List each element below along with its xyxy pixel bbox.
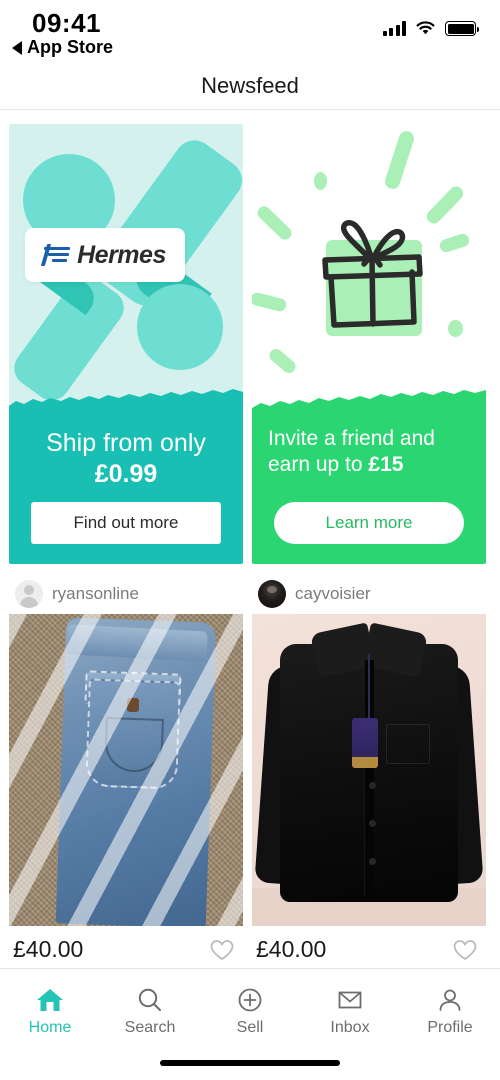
decor-ray	[254, 203, 295, 243]
learn-more-button[interactable]: Learn more	[274, 502, 464, 544]
tab-home[interactable]: Home	[0, 969, 100, 1045]
promo-card-invite[interactable]: Invite a friend and earn up to £15 Learn…	[252, 124, 486, 564]
signal-icon	[382, 21, 406, 36]
listing-price: £40.00	[13, 936, 84, 962]
listing-image[interactable]	[252, 614, 486, 926]
envelope-icon	[338, 991, 362, 1008]
decor-dot	[314, 172, 327, 190]
tab-inbox[interactable]: Inbox	[300, 969, 400, 1045]
promo-card-hermes[interactable]: Hermes Ship from only £0.99 Find out mor…	[9, 124, 243, 564]
listing-price: £40.00	[256, 936, 327, 962]
listing-image[interactable]	[9, 614, 243, 926]
navigation-bar: Newsfeed	[0, 62, 500, 110]
decor-ray	[383, 129, 416, 191]
tab-label: Sell	[236, 1018, 264, 1036]
hermes-logo: Hermes	[25, 228, 185, 282]
listing-footer: £40.00	[252, 926, 486, 963]
hermes-headline: Ship from only £0.99	[46, 429, 206, 488]
app-screen: 09:41 App Store Newsfeed Hermes Ship fro…	[0, 0, 500, 1080]
listing-item[interactable]: ryansonline £40.00	[9, 574, 243, 963]
avatar[interactable]	[258, 580, 286, 608]
hermes-artwork: Hermes	[9, 124, 243, 414]
hermes-mark-icon	[40, 243, 74, 267]
seller-name: ryansonline	[52, 584, 139, 603]
back-label: App Store	[27, 37, 114, 57]
page-title: Newsfeed	[201, 72, 299, 98]
tab-label: Home	[28, 1018, 72, 1036]
back-arrow-icon	[12, 40, 22, 55]
hermes-logo-text: Hermes	[77, 240, 166, 269]
wifi-icon	[416, 21, 435, 35]
tab-label: Search	[124, 1018, 176, 1036]
search-icon	[138, 988, 161, 1011]
plus-circle-icon	[238, 988, 262, 1011]
decor-ray	[266, 346, 299, 376]
tab-profile[interactable]: Profile	[400, 969, 500, 1045]
listing-grid: ryansonline £40.00 cayvoisier £40.00	[0, 564, 500, 963]
hermes-promo-body: Ship from only £0.99 Find out more	[9, 414, 243, 564]
gift-box-icon	[322, 220, 423, 328]
heart-outline-icon[interactable]	[452, 938, 478, 962]
home-indicator[interactable]	[160, 1060, 340, 1066]
person-icon	[439, 989, 461, 1011]
battery-icon	[445, 21, 479, 36]
torn-edge	[9, 389, 243, 414]
torn-edge	[252, 390, 486, 414]
find-out-more-button[interactable]: Find out more	[31, 502, 221, 544]
promo-row: Hermes Ship from only £0.99 Find out mor…	[0, 110, 500, 564]
seller-row[interactable]: cayvoisier	[252, 574, 486, 614]
decor-ray	[252, 291, 288, 313]
seller-name: cayvoisier	[295, 584, 371, 603]
tab-label: Profile	[427, 1018, 473, 1036]
tab-bar: Home Search Sell Inbox Profile	[0, 968, 500, 1080]
status-icons	[382, 20, 479, 36]
default-avatar-icon[interactable]	[15, 580, 43, 608]
decor-circle	[137, 284, 223, 370]
listing-item[interactable]: cayvoisier £40.00	[252, 574, 486, 963]
invite-promo-body: Invite a friend and earn up to £15 Learn…	[252, 414, 486, 564]
home-icon	[37, 988, 63, 1011]
tab-label: Inbox	[330, 1018, 370, 1036]
tab-search[interactable]: Search	[100, 969, 200, 1045]
status-bar: 09:41 App Store	[0, 0, 500, 62]
invite-headline: Invite a friend and earn up to £15	[268, 427, 435, 476]
back-to-app-store[interactable]: App Store	[12, 37, 113, 58]
invite-artwork	[252, 124, 486, 414]
seller-row[interactable]: ryansonline	[9, 574, 243, 614]
heart-outline-icon[interactable]	[209, 938, 235, 962]
status-time: 09:41	[32, 8, 101, 38]
tab-sell[interactable]: Sell	[200, 969, 300, 1045]
listing-footer: £40.00	[9, 926, 243, 963]
